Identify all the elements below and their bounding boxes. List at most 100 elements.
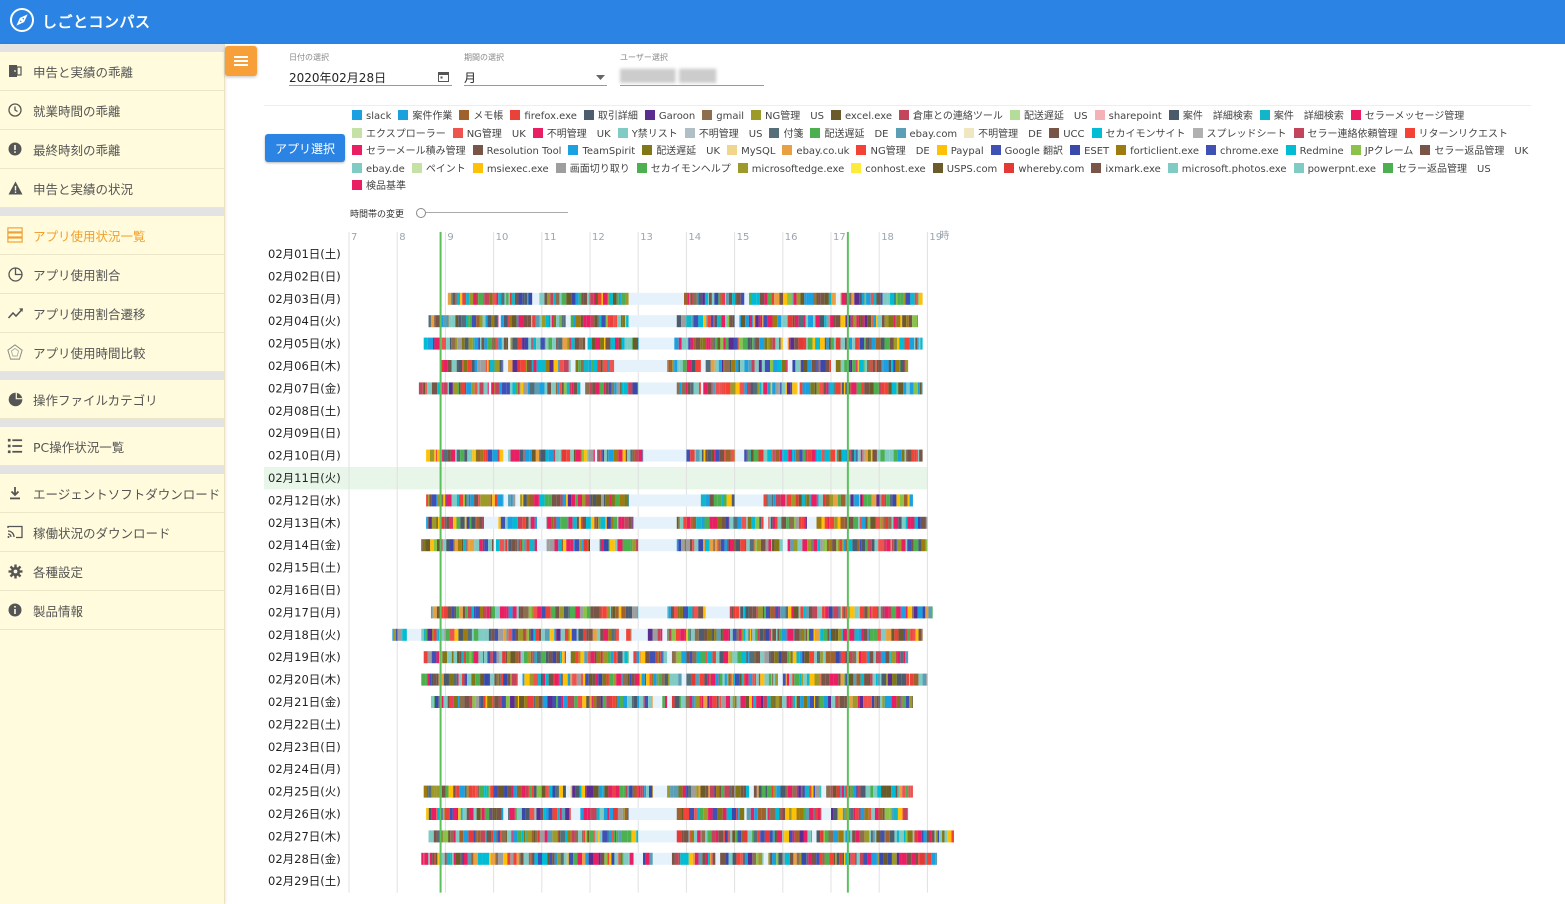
- usage-bar-segment: [790, 337, 795, 350]
- sidebar-item-agent-download[interactable]: エージェントソフトダウンロード: [0, 474, 224, 513]
- legend-item[interactable]: forticlient.exe: [1116, 143, 1199, 161]
- legend-item[interactable]: 取引詳細: [583, 108, 638, 126]
- legend-item[interactable]: セラーメッセージ管理: [1350, 108, 1465, 126]
- legend-item[interactable]: 不明管理 DE: [964, 126, 1042, 144]
- legend-label: JPクレーム: [1364, 146, 1414, 158]
- legend-item[interactable]: スプレッドシート: [1192, 126, 1287, 144]
- app-title[interactable]: しごとコンパス: [42, 11, 151, 32]
- legend-item[interactable]: NG管理 US: [751, 108, 824, 126]
- usage-bar-segment: [870, 337, 872, 350]
- sidebar-item-last-time-gap[interactable]: 最終時刻の乖離: [0, 130, 224, 169]
- legend-item[interactable]: 案件 詳細検索: [1259, 108, 1344, 126]
- usage-bar-segment: [898, 785, 903, 798]
- legend-item[interactable]: gmail: [702, 108, 744, 126]
- legend-item[interactable]: セラー返品管理 UK: [1420, 143, 1528, 161]
- legend-label: forticlient.exe: [1130, 146, 1199, 158]
- legend-item[interactable]: セカイモンヘルプ: [636, 161, 731, 179]
- legend-item[interactable]: Google 翻訳: [990, 143, 1063, 161]
- legend-item[interactable]: Resolution Tool: [472, 143, 561, 161]
- usage-bar-segment: [568, 516, 573, 529]
- legend-item[interactable]: excel.exe: [830, 108, 892, 126]
- legend-item[interactable]: firefox.exe: [510, 108, 577, 126]
- legend-item[interactable]: Redmine: [1285, 143, 1344, 161]
- legend-item[interactable]: Paypal: [936, 143, 984, 161]
- usage-bar-segment: [567, 696, 570, 708]
- sidebar-item-app-usage-trend[interactable]: アプリ使用割合遷移: [0, 294, 224, 333]
- legend-item[interactable]: 案件作業: [398, 108, 452, 126]
- legend-item[interactable]: セカイモンサイト: [1091, 126, 1186, 144]
- legend-item[interactable]: 配送遅延 US: [1009, 108, 1088, 126]
- legend-item[interactable]: セラー返品管理 US: [1383, 161, 1491, 179]
- usage-bar-segment: [609, 539, 615, 552]
- legend-item[interactable]: 案件 詳細検索: [1168, 108, 1253, 126]
- legend-item[interactable]: メモ帳: [459, 108, 503, 126]
- legend-item[interactable]: NG管理 UK: [452, 126, 526, 144]
- legend-item[interactable]: 配送遅延 DE: [810, 126, 889, 144]
- usage-bar-segment: [750, 382, 754, 395]
- usage-bar-segment: [524, 673, 530, 686]
- menu-toggle-button[interactable]: [225, 46, 257, 76]
- usage-bar-segment: [499, 785, 505, 798]
- legend-item[interactable]: ペイント: [411, 161, 466, 179]
- legend-item[interactable]: NG管理 DE: [856, 143, 930, 161]
- usage-bar-segment: [736, 292, 741, 305]
- legend-item[interactable]: sharepoint: [1094, 108, 1162, 126]
- legend-item[interactable]: 不明管理 US: [684, 126, 762, 144]
- legend-item[interactable]: ebay.com: [895, 126, 957, 144]
- sidebar-item-app-usage-ratio[interactable]: アプリ使用割合: [0, 255, 224, 294]
- time-range-slider-track[interactable]: [418, 212, 568, 213]
- legend-item[interactable]: Y禁リスト: [617, 126, 678, 144]
- legend-item[interactable]: UCC: [1049, 126, 1085, 144]
- usage-bar-segment: [913, 539, 919, 552]
- time-range-slider-handle[interactable]: [416, 208, 426, 218]
- sidebar-item-declaration-status[interactable]: 申告と実績の状況: [0, 169, 224, 208]
- legend-item[interactable]: セラー連絡依頼管理: [1293, 126, 1398, 144]
- legend-item[interactable]: 配送遅延 UK: [642, 143, 720, 161]
- period-select[interactable]: 期間の選択 月: [464, 52, 607, 86]
- usage-bar-segment: [558, 830, 561, 843]
- sidebar-item-settings[interactable]: 各種設定: [0, 552, 224, 591]
- sidebar-item-file-category[interactable]: 操作ファイルカテゴリ: [0, 380, 224, 419]
- legend-item[interactable]: セラーメール積み管理: [352, 143, 466, 161]
- usage-bar-segment: [863, 852, 868, 865]
- legend-item[interactable]: エクスプローラー: [352, 126, 446, 144]
- user-select[interactable]: ユーザー選択 ██████ ████: [620, 52, 764, 86]
- legend-item[interactable]: powerpnt.exe: [1293, 161, 1376, 179]
- legend-item[interactable]: TeamSpirit: [568, 143, 635, 161]
- date-picker[interactable]: 日付の選択 2020年02月28日: [289, 52, 452, 86]
- sidebar-item-pc-operation-list[interactable]: PC操作状況一覧: [0, 427, 224, 466]
- usage-bar-segment: [830, 337, 834, 350]
- sidebar-item-product-info[interactable]: 製品情報: [0, 591, 224, 630]
- legend-item[interactable]: conhost.exe: [851, 161, 926, 179]
- usage-bar-segment: [734, 673, 740, 686]
- legend-item[interactable]: ebay.de: [352, 161, 405, 179]
- legend-item[interactable]: microsoft.photos.exe: [1167, 161, 1287, 179]
- usage-bar-segment: [489, 852, 491, 865]
- legend-label: セラーメッセージ管理: [1364, 111, 1465, 122]
- legend-item[interactable]: MySQL: [727, 143, 775, 161]
- legend-item[interactable]: JPクレーム: [1350, 143, 1414, 161]
- legend-item[interactable]: whereby.com: [1004, 161, 1084, 179]
- usage-bar-segment: [600, 337, 605, 350]
- sidebar-item-declaration-gap[interactable]: 申告と実績の乖離: [0, 52, 224, 91]
- legend-item[interactable]: 不明管理 UK: [532, 126, 611, 144]
- legend-item[interactable]: ebay.co.uk: [782, 143, 849, 161]
- legend-item[interactable]: slack: [352, 108, 391, 126]
- legend-item[interactable]: microsoftedge.exe: [737, 161, 844, 179]
- legend-item[interactable]: msiexec.exe: [472, 161, 549, 179]
- legend-item[interactable]: USPS.com: [932, 161, 997, 179]
- legend-item[interactable]: リターンリクエスト: [1404, 126, 1508, 144]
- legend-item[interactable]: chrome.exe: [1206, 143, 1279, 161]
- legend-item[interactable]: 検品基準: [352, 178, 406, 196]
- legend-item[interactable]: 付箋: [769, 126, 803, 144]
- app-select-button[interactable]: アプリ選択: [265, 134, 345, 162]
- sidebar-item-app-usage-compare[interactable]: アプリ使用時間比較: [0, 333, 224, 372]
- legend-item[interactable]: ixmark.exe: [1091, 161, 1161, 179]
- legend-item[interactable]: 倉庫との連絡ツール: [899, 108, 1003, 126]
- sidebar-item-app-usage-list[interactable]: アプリ使用状況一覧: [0, 216, 224, 255]
- sidebar-item-work-hours-gap[interactable]: 就業時間の乖離: [0, 91, 224, 130]
- legend-item[interactable]: ESET: [1070, 143, 1109, 161]
- legend-item[interactable]: Garoon: [644, 108, 695, 126]
- legend-item[interactable]: 画面切り取り: [555, 161, 630, 179]
- sidebar-item-operation-download[interactable]: 稼働状況のダウンロード: [0, 513, 224, 552]
